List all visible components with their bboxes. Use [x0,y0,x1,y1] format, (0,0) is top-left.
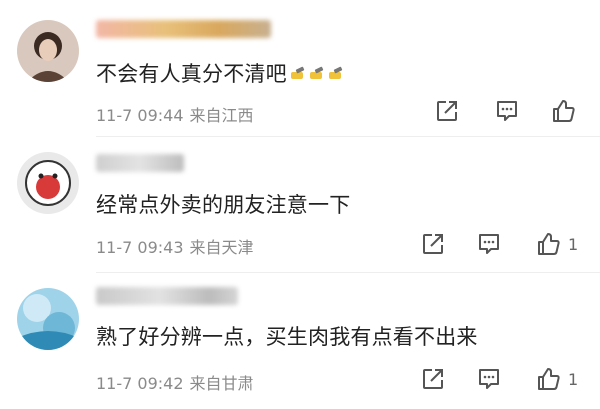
comment-time: 11-7 09:42 [96,374,184,393]
comment-text: 不会有人真分不清吧 [96,58,344,88]
comment-location: 来自江西 [189,106,254,125]
comment-icon [497,101,517,121]
share-icon [437,101,457,121]
comment-meta: 11-7 09:43 来自天津 [96,234,260,258]
comment-time: 11-7 09:43 [96,238,184,257]
like-button[interactable]: 1 [536,230,578,258]
comment-time: 11-7 09:44 [96,106,184,125]
comment-text: 经常点外卖的朋友注意一下 [96,193,351,217]
comment-icon [479,369,499,389]
comment-meta: 11-7 09:44 来自江西 [96,102,260,126]
comment-text: 熟了好分辨一点，买生肉我有点看不出来 [96,325,478,349]
salute-emoji-icon [288,66,306,82]
avatar[interactable] [17,152,79,214]
share-icon [423,369,443,389]
username-blurred[interactable] [96,287,238,305]
thumbs-up-icon [553,100,575,122]
like-button[interactable] [551,97,583,125]
reply-button[interactable] [476,230,502,258]
username-blurred[interactable] [96,20,271,38]
salute-emoji-icon [307,66,325,82]
comment-item: 经常点外卖的朋友注意一下 11-7 09:43 来自天津 1 [0,137,600,273]
reply-button[interactable] [476,365,502,393]
comment-location: 来自甘肃 [189,374,254,393]
like-count: 1 [568,234,579,254]
share-button[interactable] [434,97,460,125]
like-button[interactable]: 1 [536,365,578,393]
comment-location: 来自天津 [189,238,254,257]
thumbs-up-icon [538,233,560,255]
comment-icon [479,234,499,254]
reply-button[interactable] [494,97,520,125]
avatar[interactable] [17,288,79,350]
like-count: 1 [568,369,579,389]
salute-emoji-icon [326,66,344,82]
share-button[interactable] [420,230,446,258]
comment-meta: 11-7 09:42 来自甘肃 [96,370,260,394]
username-blurred[interactable] [96,154,184,172]
comment-item: 熟了好分辨一点，买生肉我有点看不出来 11-7 09:42 来自甘肃 1 [0,273,600,409]
comment-item: 不会有人真分不清吧 11-7 09:44 来自江西 [0,0,600,136]
share-icon [423,234,443,254]
avatar[interactable] [17,20,79,82]
thumbs-up-icon [538,368,560,390]
share-button[interactable] [420,365,446,393]
